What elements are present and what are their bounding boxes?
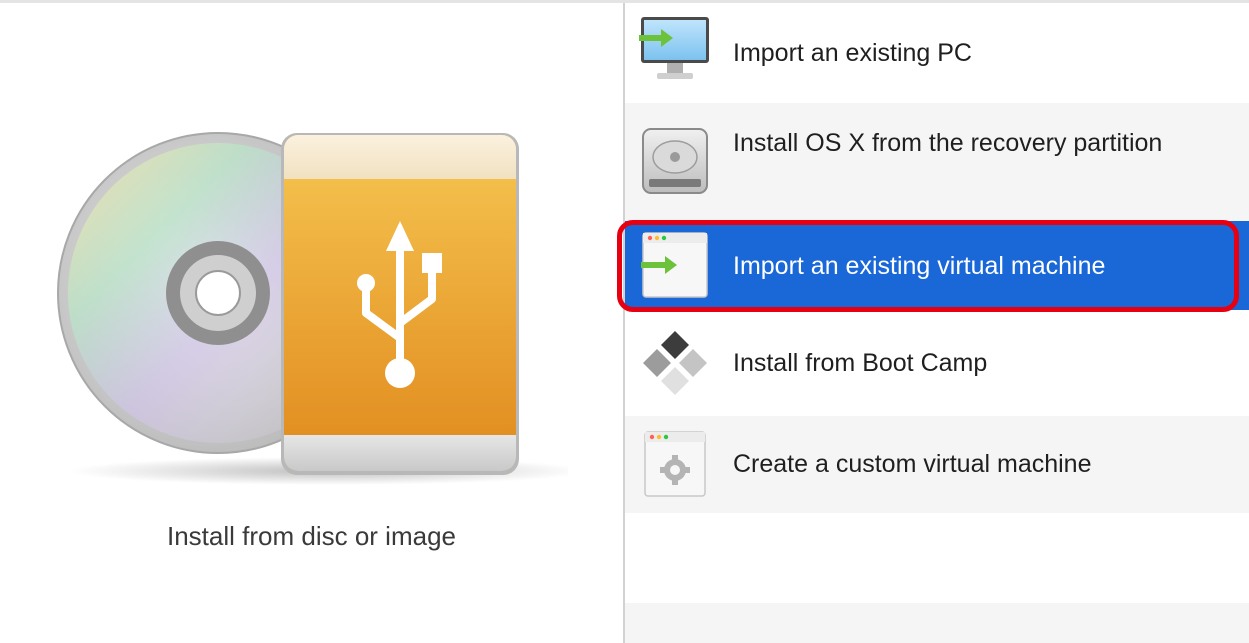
disc-and-usb-drive-icon — [48, 123, 568, 493]
window-import-icon — [637, 227, 713, 303]
option-import-existing-vm[interactable]: Import an existing virtual machine — [625, 221, 1249, 310]
option-install-from-boot-camp[interactable]: Install from Boot Camp — [625, 310, 1249, 416]
option-label: Create a custom virtual machine — [733, 450, 1092, 478]
option-label: Import an existing virtual machine — [733, 252, 1106, 280]
monitor-import-icon — [637, 11, 713, 87]
option-label: Install from Boot Camp — [733, 349, 988, 377]
installation-options-list: Import an existing PC Install OS X from … — [625, 3, 1249, 643]
empty-row — [625, 513, 1249, 603]
boot-camp-icon — [637, 325, 713, 401]
option-label: Install OS X from the recovery partition — [733, 129, 1163, 157]
option-import-existing-pc[interactable]: Import an existing PC — [625, 3, 1249, 103]
empty-row — [625, 603, 1249, 643]
hard-drive-icon — [637, 123, 713, 199]
window-gear-icon — [637, 426, 713, 502]
option-label: Import an existing PC — [733, 39, 972, 67]
option-install-from-recovery[interactable]: Install OS X from the recovery partition — [625, 103, 1249, 221]
install-from-disc-panel[interactable]: Install from disc or image — [0, 3, 623, 643]
option-create-custom-vm[interactable]: Create a custom virtual machine — [625, 416, 1249, 513]
install-from-disc-label: Install from disc or image — [167, 521, 456, 551]
